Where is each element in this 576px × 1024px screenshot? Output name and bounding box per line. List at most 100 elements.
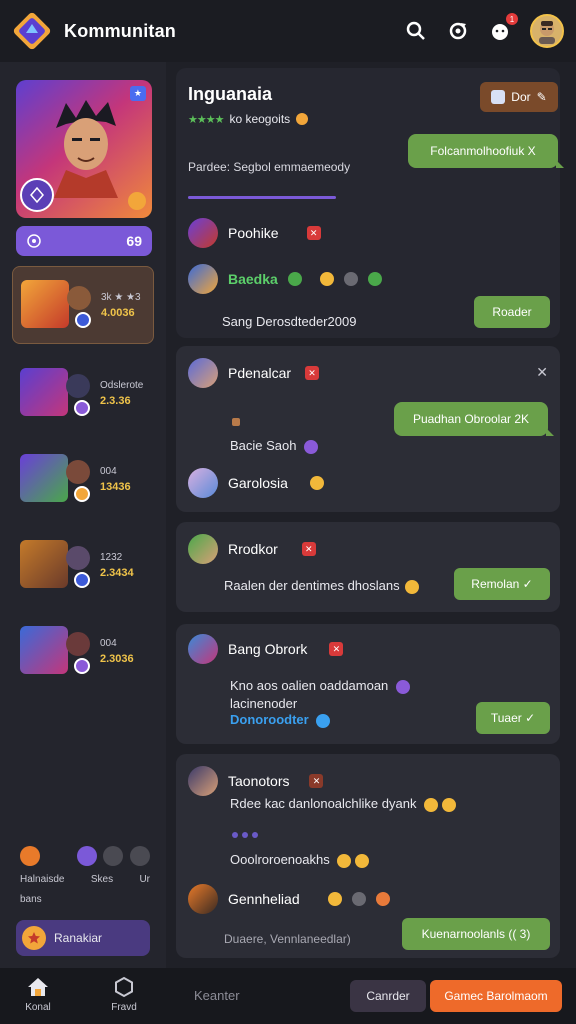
rating-badge-icon — [296, 113, 309, 125]
reader-button[interactable]: Roader — [474, 296, 550, 328]
primary-button[interactable]: Gamec Barolmaom — [430, 980, 562, 1012]
top-card-button[interactable]: Dor ✎ — [480, 82, 558, 112]
message-input[interactable]: Keanter — [194, 988, 240, 1003]
community-rating: ★★★★ ko keogoits — [188, 112, 309, 126]
flag-icon: ✕ — [301, 542, 316, 556]
message-link[interactable]: Donoroodter — [230, 712, 331, 728]
emoji-icon — [395, 679, 410, 694]
nav-home[interactable]: Konal — [14, 976, 62, 1013]
message-author: Baedka — [228, 271, 278, 287]
message-author: Bang Obrork — [228, 641, 308, 657]
outgoing-message-bubble[interactable]: Folcanmolhoofiuk X — [408, 134, 564, 168]
status-online-icon — [287, 272, 302, 286]
guild-avatar — [21, 280, 69, 328]
avatar — [188, 468, 218, 498]
sidebar-cta-button[interactable]: Ranakiar — [16, 920, 150, 956]
fire-icon[interactable] — [20, 846, 40, 866]
message-row[interactable]: Taonotors ✕ — [188, 766, 324, 796]
coin-icon — [128, 192, 146, 210]
guild-code: 3k ★ ★3 — [101, 291, 141, 303]
avatar — [188, 884, 218, 914]
guild-code: 1232 — [100, 551, 123, 563]
confirm-button[interactable]: Tuaer ✓ — [476, 702, 550, 734]
avatar — [188, 264, 218, 294]
guild-avatar — [20, 626, 68, 674]
outgoing-message-bubble[interactable]: Puadhan Obroolar 2K — [394, 402, 554, 436]
message-text: Sang Derosdteder2009 — [222, 314, 357, 329]
guild-item-2[interactable]: Odslerote 2.3.36 — [12, 354, 154, 432]
message-text: Ooolroroenoakhs — [230, 852, 369, 868]
action-label-2: Skes — [90, 874, 114, 885]
main-feed: Inguanaia ★★★★ ko keogoits Dor ✎ Pardee:… — [166, 62, 576, 968]
document-icon — [491, 90, 506, 104]
emoji-icon — [375, 892, 390, 906]
guild-score: 4.0036 — [101, 306, 135, 319]
profile-level-bar[interactable]: 69 — [16, 226, 152, 256]
community-description: Pardee: Segbol emmaemeody — [188, 160, 351, 174]
sidebar: ★ 69 3k ★ ★3 4.0036 Odslerote 2.3.36 004… — [0, 62, 166, 968]
nav-friends[interactable]: Fravd — [100, 976, 148, 1013]
notification-icon[interactable]: 1 — [488, 13, 518, 43]
message-author: Rrodkor — [228, 541, 278, 557]
message-author: Taonotors — [228, 773, 290, 789]
sidebar-cta-label: Ranakiar — [54, 931, 103, 945]
guild-item-1[interactable]: 3k ★ ★3 4.0036 — [12, 266, 154, 344]
guild-avatar — [20, 454, 68, 502]
settings-icon[interactable] — [103, 846, 124, 866]
message-row[interactable]: Bang Obrork ✕ — [188, 634, 344, 664]
action-button[interactable]: Kuenarnoolanls (( 3) — [402, 918, 550, 950]
app-header: Kommunitan 1 — [0, 0, 576, 62]
message-text: Bacie Saoh — [230, 438, 319, 454]
guild-member-avatar — [66, 632, 90, 656]
hero-portrait — [54, 100, 118, 198]
remove-button[interactable]: Remolan ✓ — [454, 568, 550, 600]
message-card: Taonotors ✕ Rdee kac danlonoalchlike dya… — [176, 754, 560, 958]
search-icon[interactable] — [404, 19, 428, 43]
close-icon[interactable]: ✕ — [536, 364, 548, 381]
progress-divider — [188, 196, 336, 199]
guild-member-avatar — [66, 374, 90, 398]
profile-card[interactable]: ★ — [16, 80, 152, 218]
top-card: Inguanaia ★★★★ ko keogoits Dor ✎ Pardee:… — [176, 68, 564, 338]
heart-icon[interactable] — [76, 846, 97, 866]
top-card-button-label: Dor — [511, 90, 531, 104]
emoji-icon — [424, 797, 439, 812]
user-avatar[interactable] — [530, 14, 564, 48]
message-text-line2: lacinenoder — [230, 696, 298, 711]
more-icon[interactable] — [129, 846, 150, 866]
emoji-icon — [316, 713, 331, 728]
app-logo-icon[interactable] — [12, 11, 52, 51]
message-row[interactable]: Gennheliad — [188, 884, 390, 914]
action-sublabel: bans — [20, 894, 42, 905]
home-icon — [28, 978, 48, 996]
guild-item-3[interactable]: 004 13436 — [12, 440, 154, 518]
guild-code: 004 — [100, 637, 117, 649]
guild-member-avatar — [67, 286, 91, 310]
cancel-button[interactable]: Canrder — [350, 980, 426, 1012]
message-card: Bang Obrork ✕ Kno aos oalien oaddamoan l… — [176, 624, 560, 744]
emoji-icon — [337, 853, 352, 868]
message-row[interactable]: Rrodkor ✕ — [188, 534, 316, 564]
app-title: Kommunitan — [64, 20, 176, 41]
guild-item-4[interactable]: 1232 2.3434 — [12, 526, 154, 604]
avatar — [188, 358, 218, 388]
guild-avatar — [20, 368, 68, 416]
refresh-icon[interactable] — [446, 19, 470, 43]
guild-code: 004 — [100, 465, 117, 477]
level-icon — [27, 234, 41, 248]
flag-icon: ✕ — [305, 366, 320, 380]
message-card: Rrodkor ✕ Raalen der dentimes dhoslans R… — [176, 522, 560, 612]
star-icon — [22, 926, 46, 950]
message-row[interactable]: Pdenalcar ✕ — [188, 358, 320, 388]
message-author: Gennheliad — [228, 891, 300, 907]
emoji-icon — [441, 797, 456, 812]
message-row[interactable]: Poohike ✕ — [188, 218, 321, 248]
guild-score: 2.3.36 — [100, 394, 131, 407]
guild-item-5[interactable]: 004 2.3036 — [12, 612, 154, 690]
guild-member-avatar — [66, 546, 90, 570]
guild-rank-icon — [74, 572, 90, 588]
message-row[interactable]: Baedka — [188, 264, 382, 294]
typing-indicator — [232, 832, 258, 838]
message-row[interactable]: Garolosia — [188, 468, 324, 498]
avatar — [188, 634, 218, 664]
